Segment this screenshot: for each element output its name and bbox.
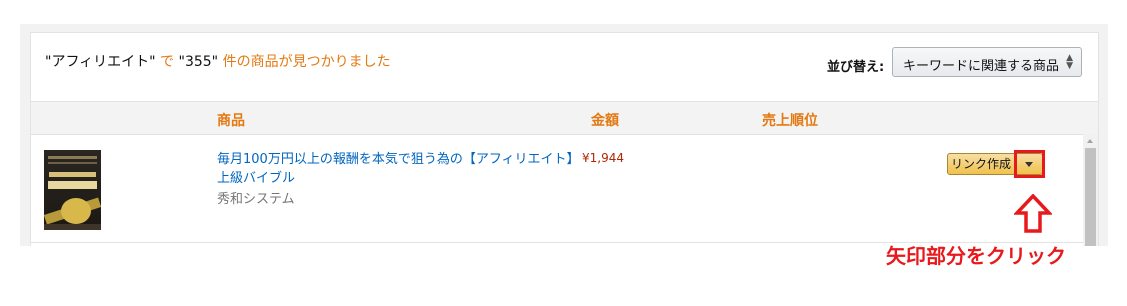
- product-title-link[interactable]: 毎月100万円以上の報酬を本気で狙う為の【アフィリエイト】上級バイブル: [217, 150, 577, 188]
- header-sales-rank: 売上順位: [762, 113, 818, 129]
- results-panel: "アフィリエイト" で "355" 件の商品が見つかりました 並び替え: キーワ…: [30, 32, 1099, 246]
- sort-label: 並び替え:: [827, 60, 885, 75]
- table-header: 商品 金額 売上順位: [31, 101, 1098, 135]
- book-cover-image[interactable]: [44, 150, 101, 230]
- result-summary: "アフィリエイト" で "355" 件の商品が見つかりました: [45, 51, 391, 71]
- results-container: "アフィリエイト" で "355" 件の商品が見つかりました 並び替え: キーワ…: [20, 24, 1108, 246]
- scrollbar[interactable]: [1083, 134, 1098, 246]
- header-price: 金額: [591, 113, 619, 129]
- scroll-thumb[interactable]: [1085, 148, 1096, 246]
- product-price: ¥1,944: [582, 151, 624, 165]
- result-suffix: 件の商品が見つかりました: [218, 54, 391, 70]
- result-count: "355": [178, 54, 219, 70]
- search-keyword: "アフィリエイト": [45, 54, 156, 70]
- select-arrows-icon: ▲ ▼: [1066, 53, 1073, 71]
- sort-selected-value: キーワードに関連する商品: [903, 59, 1060, 74]
- product-publisher: 秀和システム: [217, 192, 295, 207]
- highlight-box: [1014, 150, 1045, 178]
- table-row: 毎月100万円以上の報酬を本気で狙う為の【アフィリエイト】上級バイブル 秀和シス…: [31, 134, 1083, 243]
- search-de: で: [155, 54, 179, 70]
- sort-select[interactable]: キーワードに関連する商品 ▲ ▼: [892, 47, 1082, 77]
- scroll-up-icon[interactable]: [1087, 139, 1093, 143]
- header-product: 商品: [217, 113, 245, 129]
- instruction-annotation: 矢印部分をクリック: [886, 244, 1066, 268]
- create-link-button[interactable]: リンク作成: [947, 153, 1015, 175]
- up-arrow-icon: [1014, 194, 1052, 233]
